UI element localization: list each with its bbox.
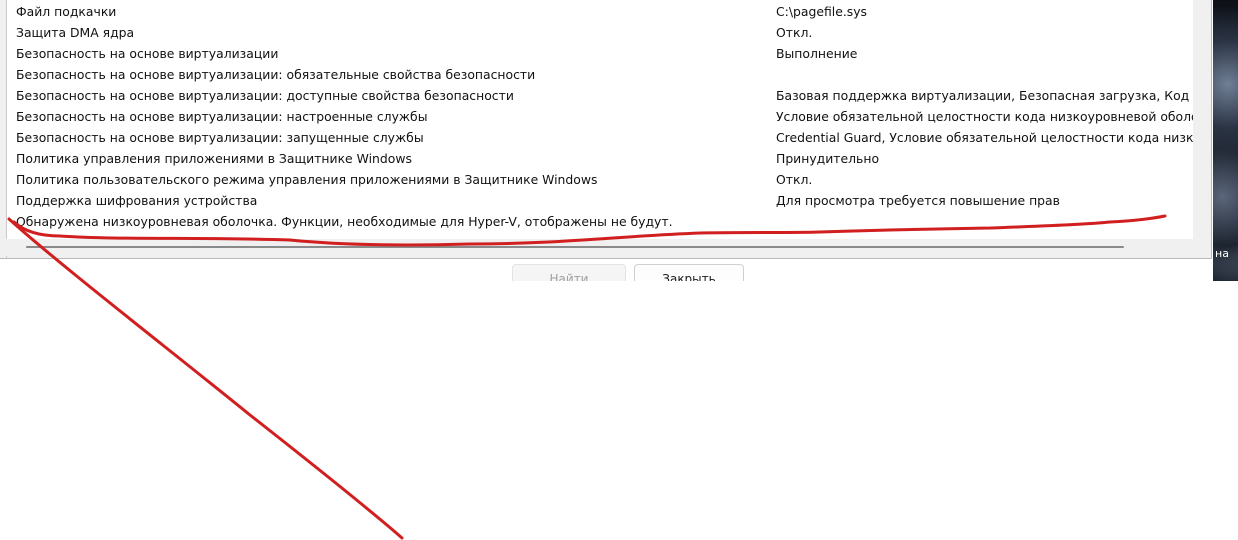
row-item: Безопасность на основе виртуализации: за… xyxy=(16,130,424,145)
row-item: Защита DMA ядра xyxy=(16,25,135,40)
row-value: Credential Guard, Условие обязательной ц… xyxy=(776,130,1194,145)
list-row[interactable]: Политика пользовательского режима управл… xyxy=(7,169,1194,190)
row-value: Откл. xyxy=(776,25,813,40)
row-item: Безопасность на основе виртуализации: до… xyxy=(16,88,514,103)
desktop-text-fragment: на xyxy=(1215,247,1229,260)
screenshot: на Файл подкачки C:\pagefile.sys Защита … xyxy=(0,0,1238,540)
row-item: Безопасность на основе виртуализации: об… xyxy=(16,67,536,82)
list-row[interactable]: Безопасность на основе виртуализации: об… xyxy=(7,64,1194,85)
row-item: Поддержка шифрования устройства xyxy=(16,193,258,208)
row-item: Безопасность на основе виртуализации: на… xyxy=(16,109,428,124)
row-item: Политика управления приложениями в Защит… xyxy=(16,151,412,166)
row-item: Политика пользовательского режима управл… xyxy=(16,172,598,187)
desktop-wallpaper-fragment xyxy=(1213,0,1238,281)
row-value: C:\pagefile.sys xyxy=(776,4,867,19)
horizontal-scrollbar[interactable] xyxy=(6,239,1193,256)
list-row[interactable]: Поддержка шифрования устройства Для прос… xyxy=(7,190,1194,211)
system-summary-list[interactable]: Файл подкачки C:\pagefile.sys Защита DMA… xyxy=(6,0,1195,239)
row-value: Базовая поддержка виртуализации, Безопас… xyxy=(776,88,1194,103)
row-item: Файл подкачки xyxy=(16,4,117,19)
row-value: Откл. xyxy=(776,172,813,187)
row-item: Безопасность на основе виртуализации xyxy=(16,46,279,61)
list-row[interactable]: Безопасность на основе виртуализации: за… xyxy=(7,127,1194,148)
row-value: Для просмотра требуется повышение прав xyxy=(776,193,1060,208)
blank-area xyxy=(0,281,1238,540)
row-item: Обнаружена низкоуровневая оболочка. Функ… xyxy=(16,214,673,229)
row-value: Условие обязательной целостности кода ни… xyxy=(776,109,1194,124)
horizontal-scrollbar-thumb[interactable] xyxy=(26,246,1124,248)
list-row[interactable]: Защита DMA ядра Откл. xyxy=(7,22,1194,43)
list-row[interactable]: Безопасность на основе виртуализации: на… xyxy=(7,106,1194,127)
list-row[interactable]: Политика управления приложениями в Защит… xyxy=(7,148,1194,169)
system-information-window: Файл подкачки C:\pagefile.sys Защита DMA… xyxy=(0,0,1212,259)
list-row[interactable]: Безопасность на основе виртуализации: до… xyxy=(7,85,1194,106)
list-row-hypervisor-notice[interactable]: Обнаружена низкоуровневая оболочка. Функ… xyxy=(7,211,1194,232)
list-row[interactable]: Безопасность на основе виртуализации Вып… xyxy=(7,43,1194,64)
list-row[interactable]: Файл подкачки C:\pagefile.sys xyxy=(7,1,1194,22)
row-value: Принудительно xyxy=(776,151,880,166)
vertical-scrollbar[interactable] xyxy=(1193,0,1210,239)
row-value: Выполнение xyxy=(776,46,858,61)
